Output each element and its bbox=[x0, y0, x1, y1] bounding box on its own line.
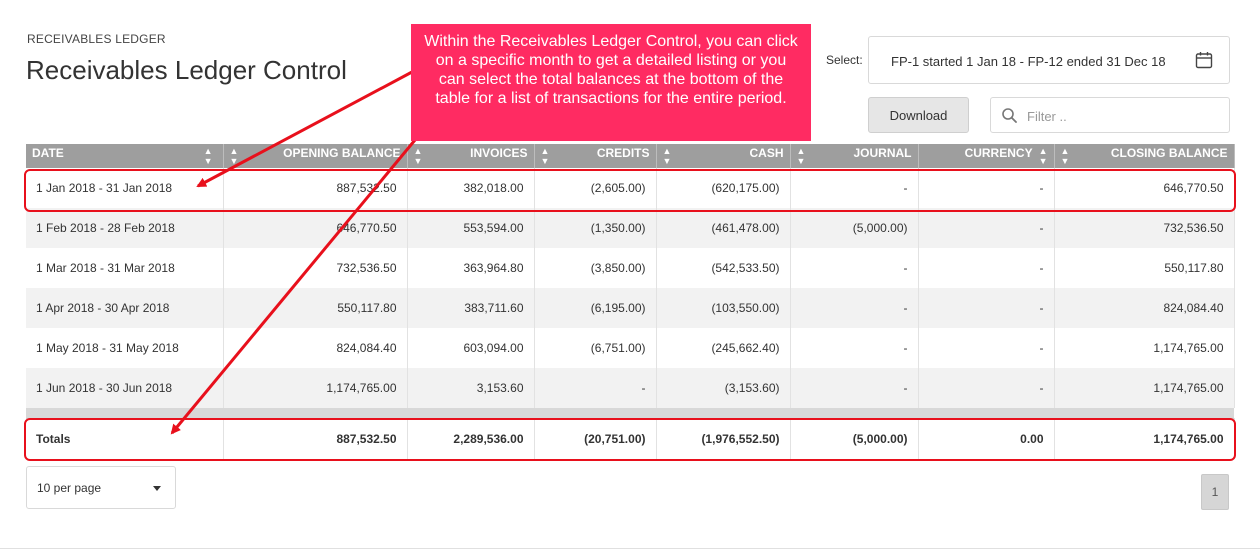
cell-closing-balance: 1,174,765.00 bbox=[1054, 328, 1235, 368]
cell-credits: (6,751.00) bbox=[534, 328, 657, 368]
table-row[interactable]: 1 Jun 2018 - 30 Jun 2018 1,174,765.00 3,… bbox=[26, 368, 1235, 408]
sort-icon: ▲ ▼ bbox=[1060, 146, 1070, 166]
cell-cash: (461,478.00) bbox=[656, 208, 791, 248]
page-title: Receivables Ledger Control bbox=[26, 55, 347, 85]
breadcrumb: RECEIVABLES LEDGER bbox=[27, 32, 166, 46]
cell-credits: (3,850.00) bbox=[534, 248, 657, 288]
col-header-date[interactable]: ▲ ▼ DATE bbox=[26, 144, 224, 168]
sort-icon: ▲ ▼ bbox=[229, 146, 239, 166]
table-header-row: ▲ ▼ DATE ▲ ▼ OPENING BALANCE ▲ ▼ INVOICES ▲ ▼ CR… bbox=[26, 144, 1235, 168]
search-icon bbox=[1002, 108, 1017, 123]
period-select[interactable]: FP-1 started 1 Jan 18 - FP-12 ended 31 D… bbox=[868, 36, 1230, 84]
col-header-cash[interactable]: ▲ ▼ CASH bbox=[656, 144, 791, 168]
page-button[interactable]: 1 bbox=[1201, 474, 1229, 510]
cell-currency: - bbox=[918, 208, 1055, 248]
first-row-highlight bbox=[24, 169, 1236, 212]
cell-date: 1 Feb 2018 - 28 Feb 2018 bbox=[26, 208, 224, 248]
sort-icon: ▲ ▼ bbox=[1038, 146, 1048, 166]
cell-credits: (1,350.00) bbox=[534, 208, 657, 248]
cell-cash: (245,662.40) bbox=[656, 328, 791, 368]
cell-journal: - bbox=[790, 328, 919, 368]
cell-opening-balance: 1,174,765.00 bbox=[223, 368, 408, 408]
sort-icon: ▲ ▼ bbox=[413, 146, 423, 166]
cell-credits: - bbox=[534, 368, 657, 408]
totals-row-highlight bbox=[24, 418, 1236, 461]
select-label: Select: bbox=[826, 53, 863, 67]
page-size-value: 10 per page bbox=[37, 481, 102, 495]
cell-date: 1 Mar 2018 - 31 Mar 2018 bbox=[26, 248, 224, 288]
cell-journal: - bbox=[790, 248, 919, 288]
cell-opening-balance: 646,770.50 bbox=[223, 208, 408, 248]
cell-cash: (542,533.50) bbox=[656, 248, 791, 288]
cell-journal: - bbox=[790, 368, 919, 408]
bottom-divider bbox=[0, 548, 1260, 549]
scrollbar-track[interactable] bbox=[26, 408, 1234, 419]
table-row[interactable]: 1 May 2018 - 31 May 2018 824,084.40 603,… bbox=[26, 328, 1235, 368]
col-header-invoices[interactable]: ▲ ▼ INVOICES bbox=[407, 144, 535, 168]
cell-credits: (6,195.00) bbox=[534, 288, 657, 328]
table-row[interactable]: 1 Mar 2018 - 31 Mar 2018 732,536.50 363,… bbox=[26, 248, 1235, 288]
chevron-down-icon bbox=[153, 486, 161, 491]
horizontal-scrollbar[interactable] bbox=[26, 408, 1234, 419]
cell-invoices: 603,094.00 bbox=[407, 328, 535, 368]
filter-box bbox=[990, 97, 1230, 133]
col-header-opening-balance[interactable]: ▲ ▼ OPENING BALANCE bbox=[223, 144, 408, 168]
col-header-credits[interactable]: ▲ ▼ CREDITS bbox=[534, 144, 657, 168]
col-header-journal[interactable]: ▲ ▼ JOURNAL bbox=[790, 144, 919, 168]
cell-cash: (3,153.60) bbox=[656, 368, 791, 408]
cell-opening-balance: 732,536.50 bbox=[223, 248, 408, 288]
cell-opening-balance: 824,084.40 bbox=[223, 328, 408, 368]
cell-journal: - bbox=[790, 288, 919, 328]
cell-date: 1 Jun 2018 - 30 Jun 2018 bbox=[26, 368, 224, 408]
cell-opening-balance: 550,117.80 bbox=[223, 288, 408, 328]
period-select-value: FP-1 started 1 Jan 18 - FP-12 ended 31 D… bbox=[891, 54, 1166, 69]
sort-icon: ▲ ▼ bbox=[540, 146, 550, 166]
cell-closing-balance: 550,117.80 bbox=[1054, 248, 1235, 288]
cell-closing-balance: 732,536.50 bbox=[1054, 208, 1235, 248]
calendar-icon[interactable] bbox=[1195, 51, 1213, 69]
cell-invoices: 553,594.00 bbox=[407, 208, 535, 248]
cell-date: 1 May 2018 - 31 May 2018 bbox=[26, 328, 224, 368]
sort-icon: ▲ ▼ bbox=[796, 146, 806, 166]
cell-closing-balance: 1,174,765.00 bbox=[1054, 368, 1235, 408]
annotation-callout: Within the Receivables Ledger Control, y… bbox=[411, 24, 811, 141]
cell-invoices: 383,711.60 bbox=[407, 288, 535, 328]
cell-journal: (5,000.00) bbox=[790, 208, 919, 248]
download-button[interactable]: Download bbox=[868, 97, 969, 133]
sort-icon: ▲ ▼ bbox=[662, 146, 672, 166]
cell-invoices: 363,964.80 bbox=[407, 248, 535, 288]
sort-icon: ▲ ▼ bbox=[203, 146, 213, 166]
table-row[interactable]: 1 Feb 2018 - 28 Feb 2018 646,770.50 553,… bbox=[26, 208, 1235, 248]
col-header-currency[interactable]: CURRENCY ▲ ▼ bbox=[918, 144, 1055, 168]
col-header-closing-balance[interactable]: ▲ ▼ CLOSING BALANCE bbox=[1054, 144, 1235, 168]
page-size-select[interactable]: 10 per page bbox=[26, 466, 176, 509]
filter-input[interactable] bbox=[1025, 105, 1219, 127]
cell-invoices: 3,153.60 bbox=[407, 368, 535, 408]
cell-currency: - bbox=[918, 248, 1055, 288]
cell-cash: (103,550.00) bbox=[656, 288, 791, 328]
table-row[interactable]: 1 Apr 2018 - 30 Apr 2018 550,117.80 383,… bbox=[26, 288, 1235, 328]
cell-date: 1 Apr 2018 - 30 Apr 2018 bbox=[26, 288, 224, 328]
cell-currency: - bbox=[918, 328, 1055, 368]
cell-currency: - bbox=[918, 368, 1055, 408]
cell-closing-balance: 824,084.40 bbox=[1054, 288, 1235, 328]
cell-currency: - bbox=[918, 288, 1055, 328]
